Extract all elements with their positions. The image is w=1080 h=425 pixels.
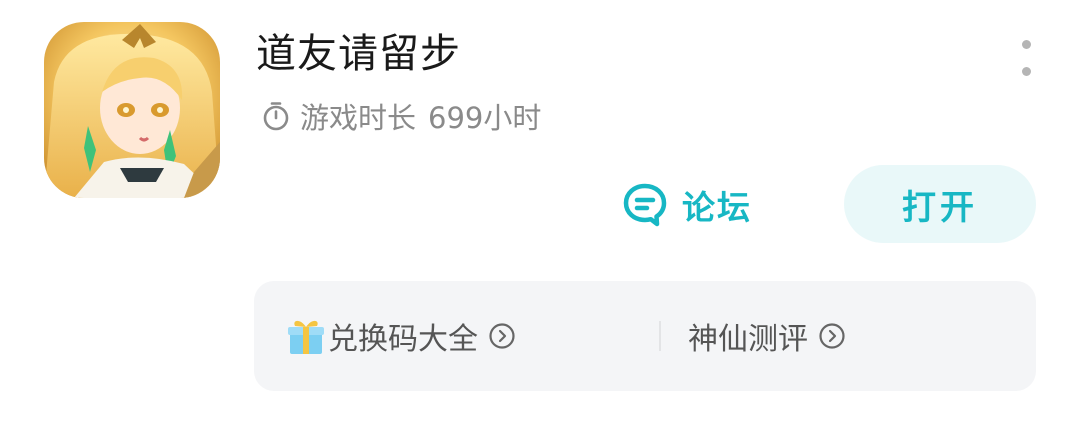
playtime-label: 游戏时长 — [300, 101, 417, 135]
redeem-codes-link[interactable]: 兑换码大全 — [286, 281, 516, 391]
game-title: 道友请留步 — [256, 31, 461, 77]
chevron-right-circle-icon — [819, 323, 845, 349]
quick-links-panel: 兑换码大全 神仙测评 — [254, 281, 1036, 391]
redeem-codes-label: 兑换码大全 — [328, 322, 478, 357]
open-button[interactable]: 打开 — [844, 165, 1036, 243]
forum-button[interactable]: 论坛 — [622, 178, 752, 232]
playtime-value: 699小时 — [428, 101, 542, 135]
chat-bubble-icon — [623, 183, 667, 227]
playtime-info: 游戏时长 699小时 — [260, 96, 541, 136]
stopwatch-icon — [263, 102, 289, 131]
app-icon[interactable] — [44, 22, 220, 198]
review-link[interactable]: 神仙测评 — [688, 281, 846, 391]
gift-icon — [288, 320, 324, 354]
chevron-right-circle-icon — [489, 323, 515, 349]
game-card: 道友请留步 游戏时长 699小时 论坛 打开 兑换码大全 神仙测评 — [0, 0, 1080, 425]
more-options-button[interactable] — [1010, 38, 1042, 78]
review-label: 神仙测评 — [688, 322, 808, 357]
forum-label: 论坛 — [682, 188, 752, 227]
more-dot-icon — [1021, 67, 1031, 76]
more-dot-icon — [1021, 40, 1031, 49]
links-divider — [659, 321, 661, 351]
game-portrait-icon — [44, 22, 220, 198]
